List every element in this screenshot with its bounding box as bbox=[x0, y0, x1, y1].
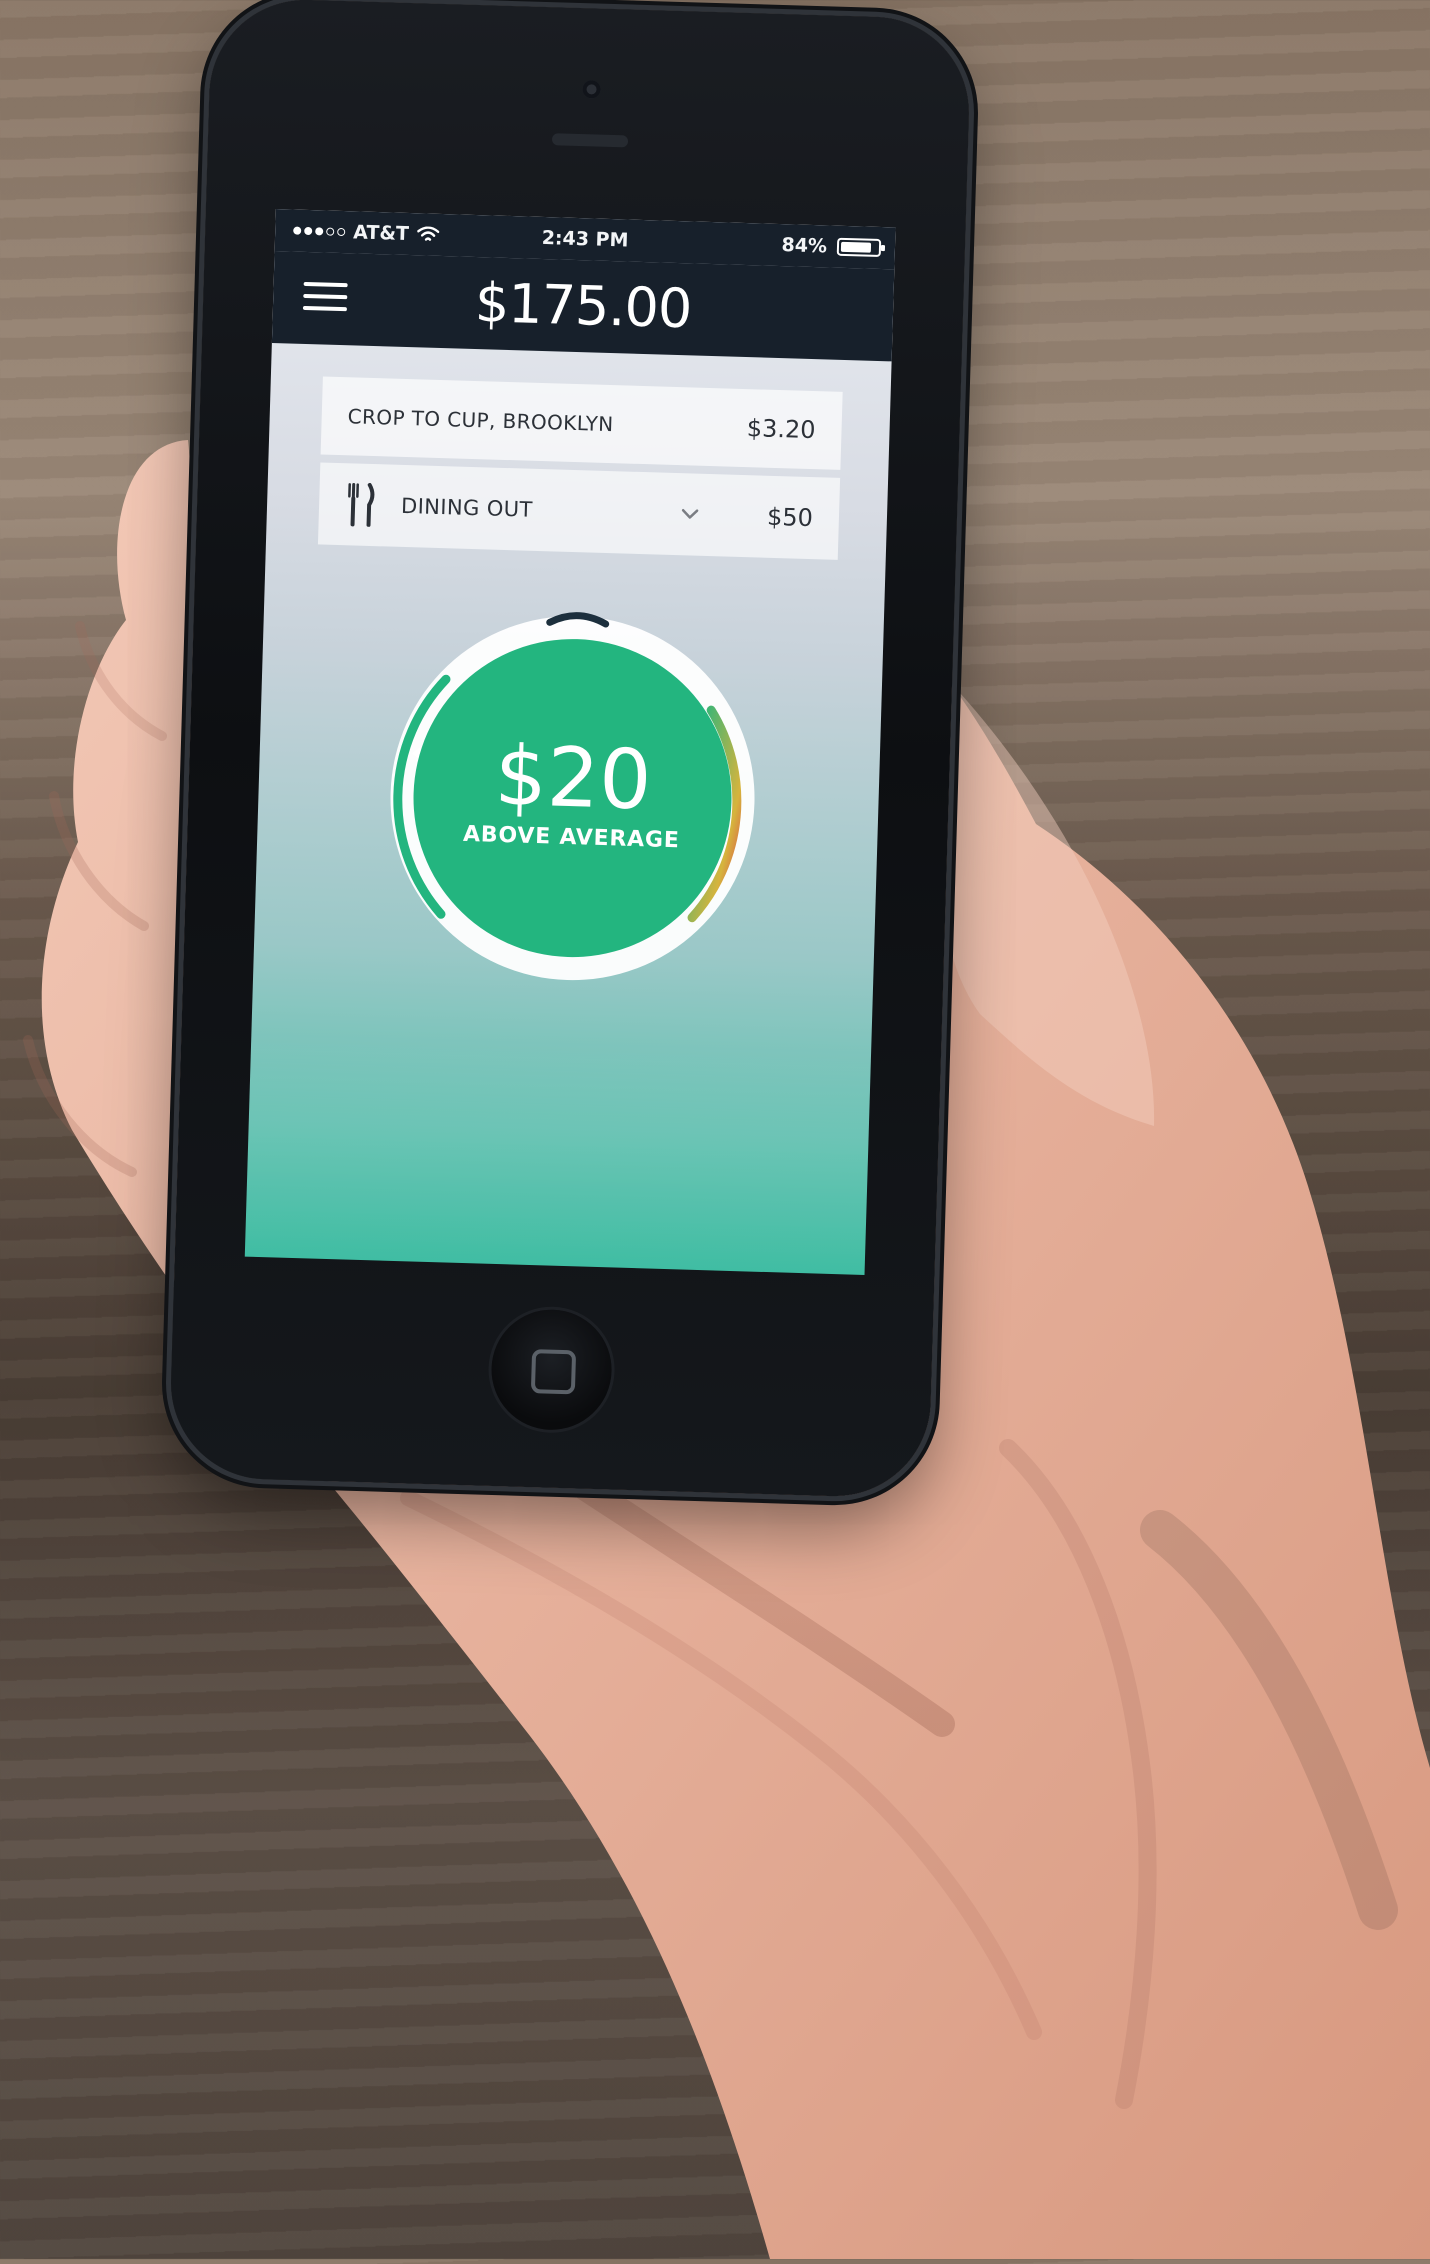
gauge-value: $20 bbox=[493, 728, 653, 829]
balance-amount: $175.00 bbox=[474, 271, 693, 341]
status-right: 84% bbox=[781, 234, 882, 259]
home-button-icon[interactable] bbox=[489, 1307, 614, 1432]
battery-percent: 84% bbox=[781, 234, 828, 258]
merchant-name: CROP TO CUP, BROOKLYN bbox=[347, 404, 614, 437]
front-camera bbox=[582, 80, 601, 99]
category-label: DINING OUT bbox=[400, 493, 534, 522]
fork-knife-icon bbox=[348, 482, 375, 527]
transaction-card[interactable]: CROP TO CUP, BROOKLYN $3.20 bbox=[320, 376, 843, 470]
app-header: $175.00 bbox=[271, 251, 895, 362]
chevron-down-icon bbox=[682, 509, 699, 519]
spending-gauge[interactable]: $20 ABOVE AVERAGE bbox=[356, 582, 788, 1014]
screen-bottom-glow bbox=[244, 1028, 872, 1275]
category-amount: $50 bbox=[766, 502, 814, 533]
earpiece-speaker bbox=[551, 133, 629, 148]
iphone-device: AT&T 2:43 PM 84% $175.00 CROP TO CUP, BR… bbox=[168, 0, 972, 1499]
app-screen: AT&T 2:43 PM 84% $175.00 CROP TO CUP, BR… bbox=[244, 209, 896, 1275]
category-selector[interactable]: DINING OUT $50 bbox=[317, 462, 841, 560]
gauge-label: ABOVE AVERAGE bbox=[462, 821, 680, 854]
battery-icon bbox=[836, 237, 882, 258]
transaction-amount: $3.20 bbox=[746, 414, 816, 445]
